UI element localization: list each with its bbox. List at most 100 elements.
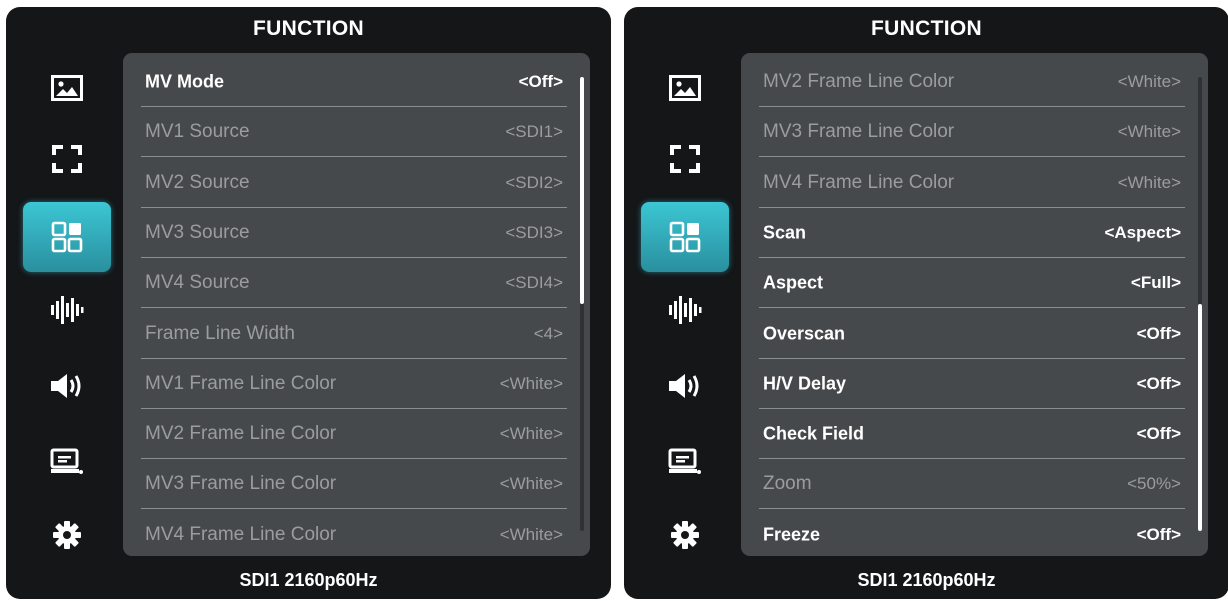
menu-row-label: MV3 Source bbox=[145, 221, 250, 243]
menu-row: MV2 Source <SDI2> bbox=[123, 158, 567, 208]
menu-row-value: <SDI2> bbox=[505, 172, 563, 192]
menu-row-label: Check Field bbox=[763, 423, 865, 444]
sidebar-item-speaker[interactable] bbox=[23, 351, 111, 421]
menu-row[interactable]: Freeze <Off> bbox=[741, 510, 1185, 556]
menu-row-label: MV3 Frame Line Color bbox=[763, 121, 955, 143]
gear-icon bbox=[670, 520, 700, 550]
scrollbar[interactable] bbox=[1198, 77, 1202, 531]
menu-row-value: <50%> bbox=[1127, 474, 1181, 494]
sidebar-item-monitor[interactable] bbox=[23, 427, 111, 497]
menu-row-label: Frame Line Width bbox=[145, 322, 295, 344]
menu-row-label: MV1 Frame Line Color bbox=[145, 372, 337, 394]
frame-corners-icon bbox=[670, 145, 700, 173]
menu-row: Frame Line Width <4> bbox=[123, 309, 567, 359]
menu-row-value[interactable]: <Aspect> bbox=[1104, 223, 1181, 243]
sidebar-item-frame-corners[interactable] bbox=[641, 124, 729, 194]
menu-row-label: MV Mode bbox=[145, 71, 224, 92]
monitor-icon bbox=[668, 448, 702, 476]
sidebar-item-gear[interactable] bbox=[641, 500, 729, 570]
menu-row-value[interactable]: <Off> bbox=[1137, 374, 1181, 394]
waveform-icon bbox=[50, 295, 84, 325]
menu-row-label: MV4 Source bbox=[145, 272, 250, 294]
sidebar-item-multiview-grid[interactable] bbox=[641, 202, 729, 272]
menu-row: MV2 Frame Line Color <White> bbox=[741, 57, 1185, 107]
multiview-grid-icon bbox=[669, 221, 701, 253]
sidebar-item-waveform[interactable] bbox=[23, 275, 111, 345]
image-icon bbox=[669, 75, 701, 101]
menu-row-label: MV2 Frame Line Color bbox=[763, 71, 955, 92]
frame-corners-icon bbox=[52, 145, 82, 173]
menu-row: MV3 Frame Line Color <White> bbox=[741, 107, 1185, 158]
scrollbar[interactable] bbox=[580, 77, 584, 531]
menu-row: MV4 Frame Line Color <White> bbox=[123, 510, 567, 556]
menu-row[interactable]: Aspect <Full> bbox=[741, 258, 1185, 309]
menu-row-value: <4> bbox=[533, 323, 563, 343]
menu-row-label: MV2 Frame Line Color bbox=[145, 423, 337, 445]
sidebar-item-image[interactable] bbox=[641, 53, 729, 123]
menu-row-label: Zoom bbox=[763, 473, 812, 495]
function-panel-right: FUNCTION MV2 Frame Line Color <White> MV3 … bbox=[624, 7, 1228, 599]
signal-status: SDI1 2160p60Hz bbox=[239, 570, 378, 590]
menu-row-value[interactable]: <Off> bbox=[519, 72, 563, 92]
menu-row[interactable]: Overscan <Off> bbox=[741, 309, 1185, 359]
menu-row-value[interactable]: <Full> bbox=[1131, 273, 1181, 293]
speaker-icon bbox=[667, 372, 703, 400]
sidebar-item-monitor[interactable] bbox=[641, 427, 729, 497]
menu-row-value: <SDI3> bbox=[505, 222, 563, 242]
category-sidebar bbox=[23, 53, 111, 553]
menu-row: MV1 Frame Line Color <White> bbox=[123, 359, 567, 409]
menu-row-value[interactable]: <Off> bbox=[1137, 324, 1181, 344]
menu-row-label: MV2 Source bbox=[145, 171, 250, 193]
menu-row-value: <White> bbox=[1117, 172, 1181, 192]
menu-row-label: Overscan bbox=[763, 323, 846, 343]
menu-row-value: <White> bbox=[499, 524, 563, 544]
menu-row-value: <White> bbox=[499, 474, 563, 494]
sidebar-item-image[interactable] bbox=[23, 53, 111, 123]
panel-title: FUNCTION bbox=[871, 17, 982, 40]
sidebar-item-waveform[interactable] bbox=[641, 275, 729, 345]
waveform-icon bbox=[668, 295, 702, 325]
monitor-icon bbox=[50, 448, 84, 476]
menu-list[interactable]: MV Mode <Off> MV1 Source <SDI1> MV2 Source <S… bbox=[123, 53, 590, 556]
menu-row: MV2 Frame Line Color <White> bbox=[123, 409, 567, 460]
menu-row: MV1 Source <SDI1> bbox=[123, 107, 567, 158]
menu-list[interactable]: MV2 Frame Line Color <White> MV3 Frame Lin… bbox=[741, 53, 1208, 556]
menu-row-value[interactable]: <Off> bbox=[1137, 424, 1181, 444]
menu-row-value: <White> bbox=[1117, 122, 1181, 142]
category-sidebar bbox=[641, 53, 729, 553]
sidebar-item-frame-corners[interactable] bbox=[23, 124, 111, 194]
function-panel-left: FUNCTION MV Mode <Off> MV1 Source <SDI1> MV2… bbox=[6, 7, 611, 599]
menu-row-value: <White> bbox=[499, 424, 563, 444]
menu-row[interactable]: MV Mode <Off> bbox=[123, 57, 567, 107]
menu-row-label: MV1 Source bbox=[145, 121, 250, 143]
menu-row-label: Freeze bbox=[763, 524, 821, 545]
multiview-grid-icon bbox=[51, 221, 83, 253]
menu-row-label: H/V Delay bbox=[763, 373, 847, 394]
menu-row: MV4 Source <SDI4> bbox=[123, 258, 567, 309]
sidebar-item-multiview-grid[interactable] bbox=[23, 202, 111, 272]
menu-row: MV3 Source <SDI3> bbox=[123, 208, 567, 258]
menu-row-label: MV4 Frame Line Color bbox=[763, 171, 955, 193]
menu-row-label: Scan bbox=[763, 222, 807, 243]
sidebar-item-gear[interactable] bbox=[23, 500, 111, 570]
menu-row-value: <White> bbox=[1117, 72, 1181, 91]
scrollbar-thumb[interactable] bbox=[580, 77, 584, 304]
menu-row: MV4 Frame Line Color <White> bbox=[741, 158, 1185, 208]
menu-row-label: MV4 Frame Line Color bbox=[145, 523, 337, 545]
gear-icon bbox=[52, 520, 82, 550]
menu-row: Zoom <50%> bbox=[741, 459, 1185, 510]
menu-row[interactable]: Scan <Aspect> bbox=[741, 208, 1185, 258]
scrollbar-thumb[interactable] bbox=[1198, 304, 1202, 531]
menu-row-value: <White> bbox=[499, 373, 563, 393]
speaker-icon bbox=[49, 372, 85, 400]
signal-status: SDI1 2160p60Hz bbox=[857, 570, 996, 590]
sidebar-item-speaker[interactable] bbox=[641, 351, 729, 421]
menu-row[interactable]: Check Field <Off> bbox=[741, 409, 1185, 460]
menu-row-value: <SDI1> bbox=[505, 122, 563, 142]
panel-title: FUNCTION bbox=[253, 17, 364, 40]
menu-row[interactable]: H/V Delay <Off> bbox=[741, 359, 1185, 409]
menu-row-label: MV3 Frame Line Color bbox=[145, 473, 337, 495]
menu-row-value[interactable]: <Off> bbox=[1137, 525, 1181, 545]
menu-row: MV3 Frame Line Color <White> bbox=[123, 459, 567, 510]
menu-row-value: <SDI4> bbox=[505, 273, 563, 293]
